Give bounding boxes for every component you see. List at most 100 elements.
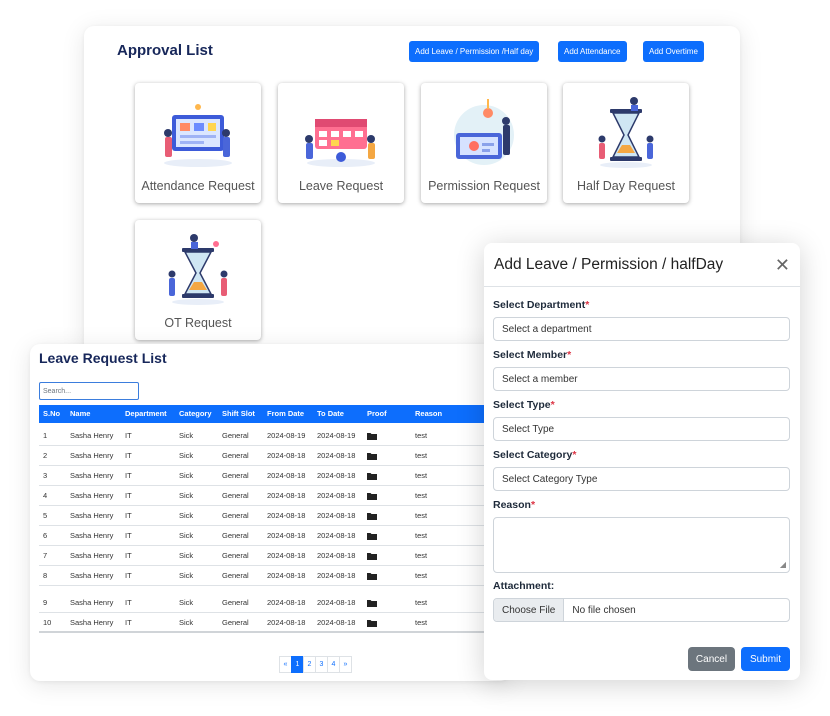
cell-department: IT bbox=[125, 618, 132, 627]
folder-icon[interactable] bbox=[367, 593, 377, 613]
folder-icon[interactable] bbox=[367, 426, 377, 446]
col-from-date[interactable]: From Date bbox=[267, 405, 304, 423]
choose-file-button[interactable]: Choose File bbox=[494, 599, 565, 621]
col-category[interactable]: Category bbox=[179, 405, 212, 423]
col-shift-slot[interactable]: Shift Slot bbox=[222, 405, 255, 423]
leave-request-label: Leave Request bbox=[298, 179, 384, 193]
permission-request-tile[interactable]: Permission Request bbox=[421, 83, 547, 203]
cell-sno: 9 bbox=[43, 598, 48, 607]
type-select[interactable]: Select Type bbox=[493, 417, 790, 441]
cell-name: Sasha Henry bbox=[70, 618, 114, 627]
cell-department: IT bbox=[125, 598, 132, 607]
half-day-request-tile[interactable]: Half Day Request bbox=[563, 83, 689, 203]
reason-label: Reason* bbox=[493, 499, 536, 511]
table-row[interactable]: 8 Sasha Henry IT Sick General 2024-08-18 2024-… bbox=[39, 566, 510, 586]
required-mark: * bbox=[567, 349, 572, 361]
table-header: S.No Name Department Category Shift Slot… bbox=[39, 405, 510, 423]
add-overtime-button[interactable]: Add Overtime bbox=[643, 41, 704, 62]
cell-name: Sasha Henry bbox=[70, 471, 114, 480]
attendance-request-tile[interactable]: Attendance Request bbox=[135, 83, 261, 203]
cell-sno: 4 bbox=[43, 491, 48, 500]
cell-from: 2024-08-18 bbox=[267, 451, 306, 460]
cancel-button[interactable]: Cancel bbox=[688, 647, 735, 671]
table-row[interactable]: 2 Sasha Henry IT Sick General 2024-08-18 2024-… bbox=[39, 446, 510, 466]
table-row[interactable]: 4 Sasha Henry IT Sick General 2024-08-18 2024-… bbox=[39, 486, 510, 506]
file-status: No file chosen bbox=[572, 604, 636, 616]
folder-icon[interactable] bbox=[367, 506, 377, 526]
cell-reason: test bbox=[415, 431, 428, 440]
close-icon[interactable]: ✕ bbox=[775, 255, 790, 276]
attachment-file-input[interactable]: Choose File No file chosen bbox=[493, 598, 790, 622]
add-attendance-button[interactable]: Add Attendance bbox=[558, 41, 627, 62]
col-reason[interactable]: Reason bbox=[415, 405, 442, 423]
department-select[interactable]: Select a department bbox=[493, 317, 790, 341]
col-name[interactable]: Name bbox=[70, 405, 90, 423]
cell-department: IT bbox=[125, 471, 132, 480]
col-department[interactable]: Department bbox=[125, 405, 167, 423]
resize-handle-icon[interactable]: ◢ bbox=[780, 561, 786, 569]
submit-button[interactable]: Submit bbox=[741, 647, 790, 671]
cell-name: Sasha Henry bbox=[70, 431, 114, 440]
cell-to: 2024-08-19 bbox=[317, 431, 356, 440]
cell-shift: General bbox=[222, 598, 249, 607]
cell-reason: test bbox=[415, 451, 428, 460]
member-select[interactable]: Select a member bbox=[493, 367, 790, 391]
table-row[interactable]: 1 Sasha Henry IT Sick General 2024-08-19 2024-… bbox=[39, 426, 510, 446]
cell-reason: test bbox=[415, 491, 428, 500]
cell-sno: 7 bbox=[43, 551, 48, 560]
cell-department: IT bbox=[125, 511, 132, 520]
folder-icon[interactable] bbox=[367, 546, 377, 566]
folder-icon[interactable] bbox=[367, 613, 377, 633]
cell-shift: General bbox=[222, 531, 249, 540]
cell-name: Sasha Henry bbox=[70, 531, 114, 540]
ot-request-tile[interactable]: OT Request bbox=[135, 220, 261, 340]
cell-to: 2024-08-18 bbox=[317, 551, 356, 560]
cell-from: 2024-08-18 bbox=[267, 598, 306, 607]
cell-to: 2024-08-18 bbox=[317, 618, 356, 627]
col-proof[interactable]: Proof bbox=[367, 405, 387, 423]
cell-department: IT bbox=[125, 451, 132, 460]
page-next[interactable]: » bbox=[339, 656, 352, 673]
folder-icon[interactable] bbox=[367, 566, 377, 586]
col-sno[interactable]: S.No bbox=[43, 405, 60, 423]
folder-icon[interactable] bbox=[367, 526, 377, 546]
cell-sno: 3 bbox=[43, 471, 48, 480]
required-mark: * bbox=[572, 449, 577, 461]
leave-request-tile[interactable]: Leave Request bbox=[278, 83, 404, 203]
folder-icon[interactable] bbox=[367, 486, 377, 506]
cell-from: 2024-08-18 bbox=[267, 571, 306, 580]
cell-reason: test bbox=[415, 618, 428, 627]
required-mark: * bbox=[550, 399, 555, 411]
cell-name: Sasha Henry bbox=[70, 571, 114, 580]
table-bottom-border bbox=[39, 631, 510, 633]
table-row[interactable]: 10 Sasha Henry IT Sick General 2024-08-18 2024… bbox=[39, 613, 510, 633]
cell-name: Sasha Henry bbox=[70, 551, 114, 560]
cell-to: 2024-08-18 bbox=[317, 451, 356, 460]
search-input[interactable]: Search... bbox=[39, 382, 139, 400]
reason-textarea[interactable]: ◢ bbox=[493, 517, 790, 573]
cell-to: 2024-08-18 bbox=[317, 598, 356, 607]
table-row[interactable]: 5 Sasha Henry IT Sick General 2024-08-18 2024-… bbox=[39, 506, 510, 526]
cell-reason: test bbox=[415, 551, 428, 560]
add-leave-button[interactable]: Add Leave / Permission /Half day bbox=[409, 41, 540, 62]
col-to-date[interactable]: To Date bbox=[317, 405, 344, 423]
modal-title: Add Leave / Permission / halfDay bbox=[494, 256, 724, 273]
cell-category: Sick bbox=[179, 451, 194, 460]
table-row[interactable]: 3 Sasha Henry IT Sick General 2024-08-18 2024-… bbox=[39, 466, 510, 486]
cell-from: 2024-08-18 bbox=[267, 491, 306, 500]
table-row[interactable]: 6 Sasha Henry IT Sick General 2024-08-18 2024-… bbox=[39, 526, 510, 546]
cell-category: Sick bbox=[179, 598, 194, 607]
category-select[interactable]: Select Category Type bbox=[493, 467, 790, 491]
hourglass-illustration-icon bbox=[598, 97, 654, 168]
folder-icon[interactable] bbox=[367, 446, 377, 466]
cell-shift: General bbox=[222, 491, 249, 500]
permission-request-label: Permission Request bbox=[428, 179, 540, 193]
cell-from: 2024-08-18 bbox=[267, 618, 306, 627]
table-row[interactable]: 7 Sasha Henry IT Sick General 2024-08-18 2024-… bbox=[39, 546, 510, 566]
folder-icon[interactable] bbox=[367, 466, 377, 486]
permission-illustration-icon bbox=[454, 99, 514, 165]
modal-divider bbox=[484, 286, 800, 287]
cell-shift: General bbox=[222, 431, 249, 440]
half-day-request-label: Half Day Request bbox=[577, 179, 675, 193]
table-row[interactable]: 9 Sasha Henry IT Sick General 2024-08-18 2024-… bbox=[39, 593, 510, 613]
